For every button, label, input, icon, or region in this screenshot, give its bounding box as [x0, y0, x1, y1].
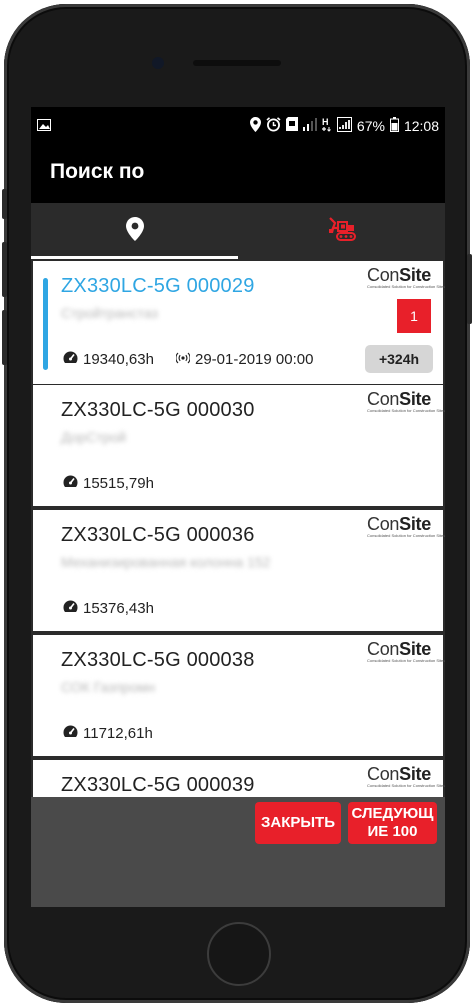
alert-count: 1: [410, 308, 418, 324]
selection-indicator: [43, 278, 48, 370]
machine-owner: Стройтранстаз: [61, 305, 158, 321]
clock: 12:08: [403, 117, 439, 134]
app-bar: Поиск по: [31, 143, 445, 203]
consite-logo: ConSite Consolidated Solution for Constr…: [367, 389, 445, 413]
machine-owner: СОК Газпромн: [61, 679, 156, 695]
volume-up-button: [2, 242, 7, 297]
front-camera: [152, 57, 164, 69]
engine-hours: 11712,61h: [63, 725, 153, 742]
machine-name: ZX330LC-5G 000030: [61, 399, 255, 421]
last-signal-value: 29-01-2019 00:00: [195, 351, 314, 368]
consite-logo: ConSite Consolidated Solution for Constr…: [367, 639, 445, 663]
next-button-line2: ИЕ 100: [367, 823, 418, 840]
engine-hours: 15376,43h: [63, 600, 154, 617]
speedometer-icon: [63, 725, 78, 742]
signal-strength-icon: [336, 116, 352, 135]
svg-text:H: H: [322, 117, 329, 127]
tab-map[interactable]: [31, 203, 238, 259]
machine-name: ZX330LC-5G 000038: [61, 649, 255, 671]
machine-owner: Механизированная колонна 152: [61, 554, 271, 570]
battery-percent: 67%: [356, 117, 385, 134]
location-pin-icon: [125, 216, 144, 246]
tab-machines[interactable]: [238, 203, 445, 259]
machine-card[interactable]: ZX330LC-5G 000038 СОК Газпромн 11712,61h…: [33, 635, 445, 756]
machine-card[interactable]: ZX330LC-5G 000039 ConSite Consolidated S…: [33, 760, 445, 797]
hplus-network-icon: H: [321, 116, 332, 135]
tab-bar: [31, 203, 445, 259]
battery-icon: [389, 116, 399, 135]
bottom-action-bar: ЗАКРЫТЬ СЛЕДУЮЩ ИЕ 100: [31, 797, 445, 907]
engine-hours-value: 15376,43h: [83, 600, 154, 617]
alarm-icon: [266, 116, 281, 135]
consite-logo: ConSite Consolidated Solution for Constr…: [367, 764, 445, 788]
alert-flag-badge[interactable]: 1: [397, 299, 431, 333]
engine-hours-value: 11712,61h: [83, 725, 153, 742]
page-title: Поиск по: [50, 160, 145, 183]
next-button-line1: СЛЕДУЮЩ: [351, 805, 434, 822]
machine-list: ZX330LC-5G 000029 Стройтранстаз 19340,63…: [31, 259, 445, 797]
machine-name: ZX330LC-5G 000036: [61, 524, 255, 546]
speedometer-icon: [63, 475, 78, 492]
machine-card[interactable]: ZX330LC-5G 000029 Стройтранстаз 19340,63…: [33, 261, 445, 384]
speedometer-icon: [63, 600, 78, 617]
gallery-icon: [37, 118, 51, 134]
mute-switch: [2, 189, 7, 219]
machine-name: ZX330LC-5G 000039: [61, 774, 255, 796]
machine-card[interactable]: ZX330LC-5G 000030 ДорСтрой 15515,79h Con…: [33, 385, 445, 506]
screen: H 67% 12:08 Поиск по ZX330LC-5G 000029 С…: [31, 107, 445, 907]
engine-hours: 19340,63h: [63, 351, 154, 368]
home-button[interactable]: [207, 922, 271, 986]
signal-weak-icon: [302, 117, 317, 134]
broadcast-icon: [175, 351, 191, 368]
consite-logo: ConSite Consolidated Solution for Constr…: [367, 265, 445, 289]
next-100-button[interactable]: СЛЕДУЮЩ ИЕ 100: [348, 802, 437, 844]
hours-delta-badge: +324h: [365, 345, 433, 373]
last-signal: 29-01-2019 00:00: [175, 351, 314, 368]
machine-card[interactable]: ZX330LC-5G 000036 Механизированная колон…: [33, 510, 445, 631]
excavator-icon: [328, 216, 356, 247]
machine-name: ZX330LC-5G 000029: [61, 275, 255, 297]
storage-icon: [285, 117, 298, 134]
machine-owner: ДорСтрой: [61, 429, 127, 445]
engine-hours-value: 15515,79h: [83, 475, 154, 492]
earpiece-speaker: [193, 60, 281, 66]
location-icon: [249, 116, 261, 135]
status-bar: H 67% 12:08: [31, 107, 445, 143]
consite-logo: ConSite Consolidated Solution for Constr…: [367, 514, 445, 538]
volume-down-button: [2, 310, 7, 365]
close-button[interactable]: ЗАКРЫТЬ: [255, 802, 341, 844]
engine-hours-value: 19340,63h: [83, 351, 154, 368]
power-button: [467, 254, 472, 324]
speedometer-icon: [63, 351, 78, 368]
engine-hours: 15515,79h: [63, 475, 154, 492]
